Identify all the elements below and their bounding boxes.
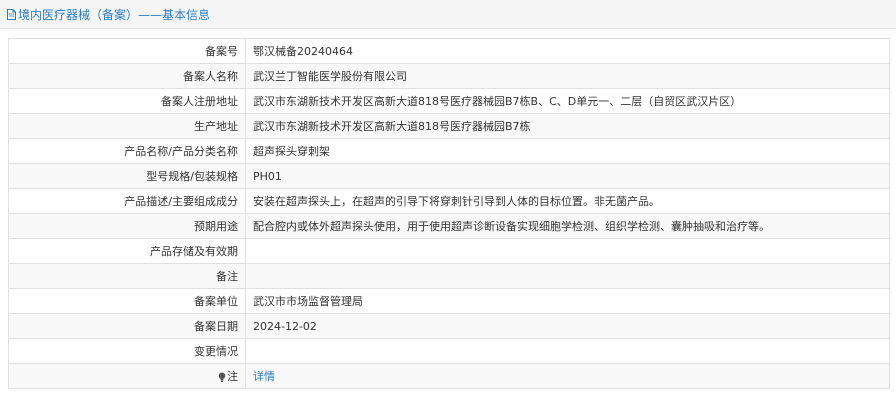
- details-link[interactable]: 详情: [253, 370, 275, 383]
- record-unit-value: 武汉市市场监督管理局: [245, 288, 890, 314]
- note-label: 注: [227, 370, 238, 383]
- changes-value: [245, 338, 890, 364]
- production-address-label: 生产地址: [8, 113, 246, 139]
- intended-use-value: 配合腔内或体外超声探头使用，用于使用超声诊断设备实现细胞学检测、组织学检测、囊肿…: [245, 213, 890, 239]
- page-title: 境内医疗器械（备案）——基本信息: [18, 7, 211, 22]
- remarks-label: 备注: [8, 263, 246, 289]
- model-spec-label: 型号规格/包装规格: [8, 163, 246, 189]
- remarks-value: [245, 263, 890, 289]
- storage-value: [245, 238, 890, 264]
- table-row: 产品描述/主要组成成分 安装在超声探头上，在超声的引导下将穿刺针引导到人体的目标…: [8, 188, 890, 214]
- table-row: 备案号 鄂汉械备20240464: [8, 38, 890, 64]
- table-row: 预期用途 配合腔内或体外超声探头使用，用于使用超声诊断设备实现细胞学检测、组织学…: [8, 213, 890, 239]
- description-label: 产品描述/主要组成成分: [8, 188, 246, 214]
- table-row: 备案人注册地址 武汉市东湖新技术开发区高新大道818号医疗器械园B7栋B、C、D…: [8, 88, 890, 114]
- record-no-label: 备案号: [8, 38, 246, 64]
- filer-name-label: 备案人名称: [8, 63, 246, 89]
- table-row: 型号规格/包装规格 PH01: [8, 163, 890, 189]
- intended-use-label: 预期用途: [8, 213, 246, 239]
- changes-label: 变更情况: [8, 338, 246, 364]
- product-name-value: 超声探头穿刺架: [245, 138, 890, 164]
- table-row: 注 详情: [8, 363, 890, 389]
- record-unit-label: 备案单位: [8, 288, 246, 314]
- record-date-label: 备案日期: [8, 313, 246, 339]
- document-icon: [7, 8, 16, 20]
- table-row: 备案单位 武汉市市场监督管理局: [8, 288, 890, 314]
- table-row: 备案日期 2024-12-02: [8, 313, 890, 339]
- page-header: 境内医疗器械（备案）——基本信息: [0, 0, 896, 29]
- filer-address-value: 武汉市东湖新技术开发区高新大道818号医疗器械园B7栋B、C、D单元一、二层（自…: [245, 88, 890, 114]
- filer-address-label: 备案人注册地址: [8, 88, 246, 114]
- table-row: 变更情况: [8, 338, 890, 364]
- model-spec-value: PH01: [245, 163, 890, 189]
- note-value-cell: 详情: [245, 363, 890, 389]
- description-value: 安装在超声探头上，在超声的引导下将穿刺针引导到人体的目标位置。非无菌产品。: [245, 188, 890, 214]
- note-label-cell: 注: [8, 363, 246, 389]
- table-row: 产品名称/产品分类名称 超声探头穿刺架: [8, 138, 890, 164]
- filer-name-value: 武汉兰丁智能医学股份有限公司: [245, 63, 890, 89]
- storage-label: 产品存储及有效期: [8, 238, 246, 264]
- table-row: 产品存储及有效期: [8, 238, 890, 264]
- table-row: 备案人名称 武汉兰丁智能医学股份有限公司: [8, 63, 890, 89]
- record-no-value: 鄂汉械备20240464: [245, 38, 890, 64]
- table-row: 备注: [8, 263, 890, 289]
- info-table: 备案号 鄂汉械备20240464 备案人名称 武汉兰丁智能医学股份有限公司 备案…: [8, 38, 890, 389]
- lightbulb-icon: [218, 372, 226, 382]
- table-row: 生产地址 武汉市东湖新技术开发区高新大道818号医疗器械园B7栋: [8, 113, 890, 139]
- production-address-value: 武汉市东湖新技术开发区高新大道818号医疗器械园B7栋: [245, 113, 890, 139]
- product-name-label: 产品名称/产品分类名称: [8, 138, 246, 164]
- record-date-value: 2024-12-02: [245, 313, 890, 339]
